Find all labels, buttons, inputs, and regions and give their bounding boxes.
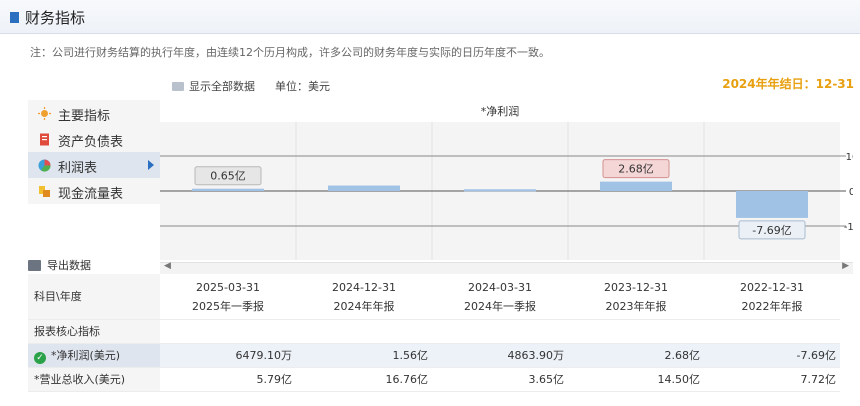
bar xyxy=(328,185,400,191)
column-header: 2023-12-31 2023年年报 xyxy=(568,274,704,319)
chart-svg: *净利润 10 0 -10 0.65亿 2.68亿 -7.69亿 xyxy=(160,100,853,260)
data-label: 0.65亿 xyxy=(210,170,246,183)
chart-background xyxy=(160,100,840,260)
table-cell: 16.76亿 xyxy=(385,373,429,386)
row-label: *净利润(美元) xyxy=(51,349,121,362)
data-label: 2.68亿 xyxy=(618,163,654,176)
export-icon xyxy=(28,260,41,271)
column-header: 2024-12-31 2024年年报 xyxy=(296,274,432,319)
row-label: *营业总收入(美元) xyxy=(28,368,160,391)
menu-item-label: 资产负债表 xyxy=(58,135,124,150)
unit-label: 单位：美元 xyxy=(275,80,330,93)
column-report: 2023年年报 xyxy=(605,300,667,313)
column-date: 2024-12-31 xyxy=(332,281,396,294)
scroll-right-icon[interactable]: ▶ xyxy=(842,261,849,271)
table-row[interactable]: ✓ *净利润(美元) 6479.10万 1.56亿 4863.90万 2.68亿 … xyxy=(28,344,840,368)
scroll-left-icon[interactable]: ◀ xyxy=(164,261,171,271)
table-cell: 1.56亿 xyxy=(392,349,429,362)
bar xyxy=(464,189,536,192)
net-profit-chart: *净利润 10 0 -10 0.65亿 2.68亿 -7.69亿 xyxy=(160,100,853,260)
table-cell: 6479.10万 xyxy=(235,349,293,362)
page-title: 财务指标 xyxy=(25,9,86,27)
table-cell: 2.68亿 xyxy=(664,349,701,362)
fiscal-year-note: 注：公司进行财务结算的执行年度，由连续12个历月构成，许多公司的财务年度与实际的… xyxy=(30,46,550,59)
menu-item-label: 现金流量表 xyxy=(58,187,124,202)
menu-item-income-statement[interactable]: 利润表 xyxy=(28,152,160,178)
table-cell: -7.69亿 xyxy=(796,349,836,362)
bar xyxy=(600,181,672,191)
table-row[interactable]: *营业总收入(美元) 5.79亿 16.76亿 3.65亿 14.50亿 7.7… xyxy=(28,368,840,392)
table-header-row: 科目\年度 2025-03-31 2025年一季报 2024-12-31 202… xyxy=(28,274,840,320)
bar xyxy=(192,188,264,191)
table-cell: 14.50亿 xyxy=(657,373,701,386)
row-label-cell: ✓ *净利润(美元) xyxy=(28,344,160,367)
export-data-button[interactable]: 导出数据 xyxy=(28,257,91,273)
menu-item-balance-sheet[interactable]: 资产负债表 xyxy=(28,126,160,152)
menu-item-label: 主要指标 xyxy=(58,109,111,124)
show-all-label: 显示全部数据 xyxy=(189,80,255,93)
sun-icon xyxy=(38,107,51,120)
column-header: 2024-03-31 2024年一季报 xyxy=(432,274,568,319)
cash-icon xyxy=(39,186,50,197)
document-icon xyxy=(40,133,49,146)
check-icon: ✓ xyxy=(34,352,46,364)
column-report: 2022年年报 xyxy=(741,300,803,313)
column-date: 2024-03-31 xyxy=(468,281,532,294)
column-date: 2023-12-31 xyxy=(604,281,668,294)
header-marker-icon xyxy=(10,12,19,23)
table-cell: 3.65亿 xyxy=(528,373,565,386)
y-tick-label: 0 xyxy=(849,187,853,198)
table-cell: 4863.90万 xyxy=(507,349,565,362)
column-header: 2025-03-31 2025年一季报 xyxy=(160,274,296,319)
table-cell: 7.72亿 xyxy=(800,373,837,386)
y-tick-label: 10 xyxy=(846,152,853,163)
column-report: 2025年一季报 xyxy=(192,300,264,313)
menu-item-label: 利润表 xyxy=(58,161,98,176)
chart-scrollbar[interactable]: ◀ ▶ xyxy=(160,261,853,274)
menu-item-cash-flow[interactable]: 现金流量表 xyxy=(28,178,160,204)
column-date: 2022-12-31 xyxy=(740,281,804,294)
table-cell: 5.79亿 xyxy=(256,373,293,386)
table-head-label: 科目\年度 xyxy=(28,274,160,319)
toggle-icon xyxy=(172,82,184,91)
column-header: 2022-12-31 2022年年报 xyxy=(704,274,840,319)
pie-icon xyxy=(38,159,51,172)
data-label: -7.69亿 xyxy=(752,224,791,237)
show-all-data-toggle[interactable]: 显示全部数据 xyxy=(172,78,255,94)
column-date: 2025-03-31 xyxy=(196,281,260,294)
year-end-label: 2024年年结日：12-31 xyxy=(722,77,854,91)
section-label: 报表核心指标 xyxy=(28,320,160,343)
export-label: 导出数据 xyxy=(47,259,91,272)
y-tick-label: -10 xyxy=(844,222,853,233)
statement-menu: 主要指标 资产负债表 利润表 现金流量表 xyxy=(28,100,160,204)
menu-item-main-indicators[interactable]: 主要指标 xyxy=(28,100,160,126)
section-header: 财务指标 xyxy=(0,0,860,34)
column-report: 2024年年报 xyxy=(333,300,395,313)
chart-title: *净利润 xyxy=(481,104,520,118)
bar xyxy=(736,191,808,218)
table-section-row: 报表核心指标 xyxy=(28,320,840,344)
column-report: 2024年一季报 xyxy=(464,300,536,313)
active-arrow-icon xyxy=(148,160,154,170)
